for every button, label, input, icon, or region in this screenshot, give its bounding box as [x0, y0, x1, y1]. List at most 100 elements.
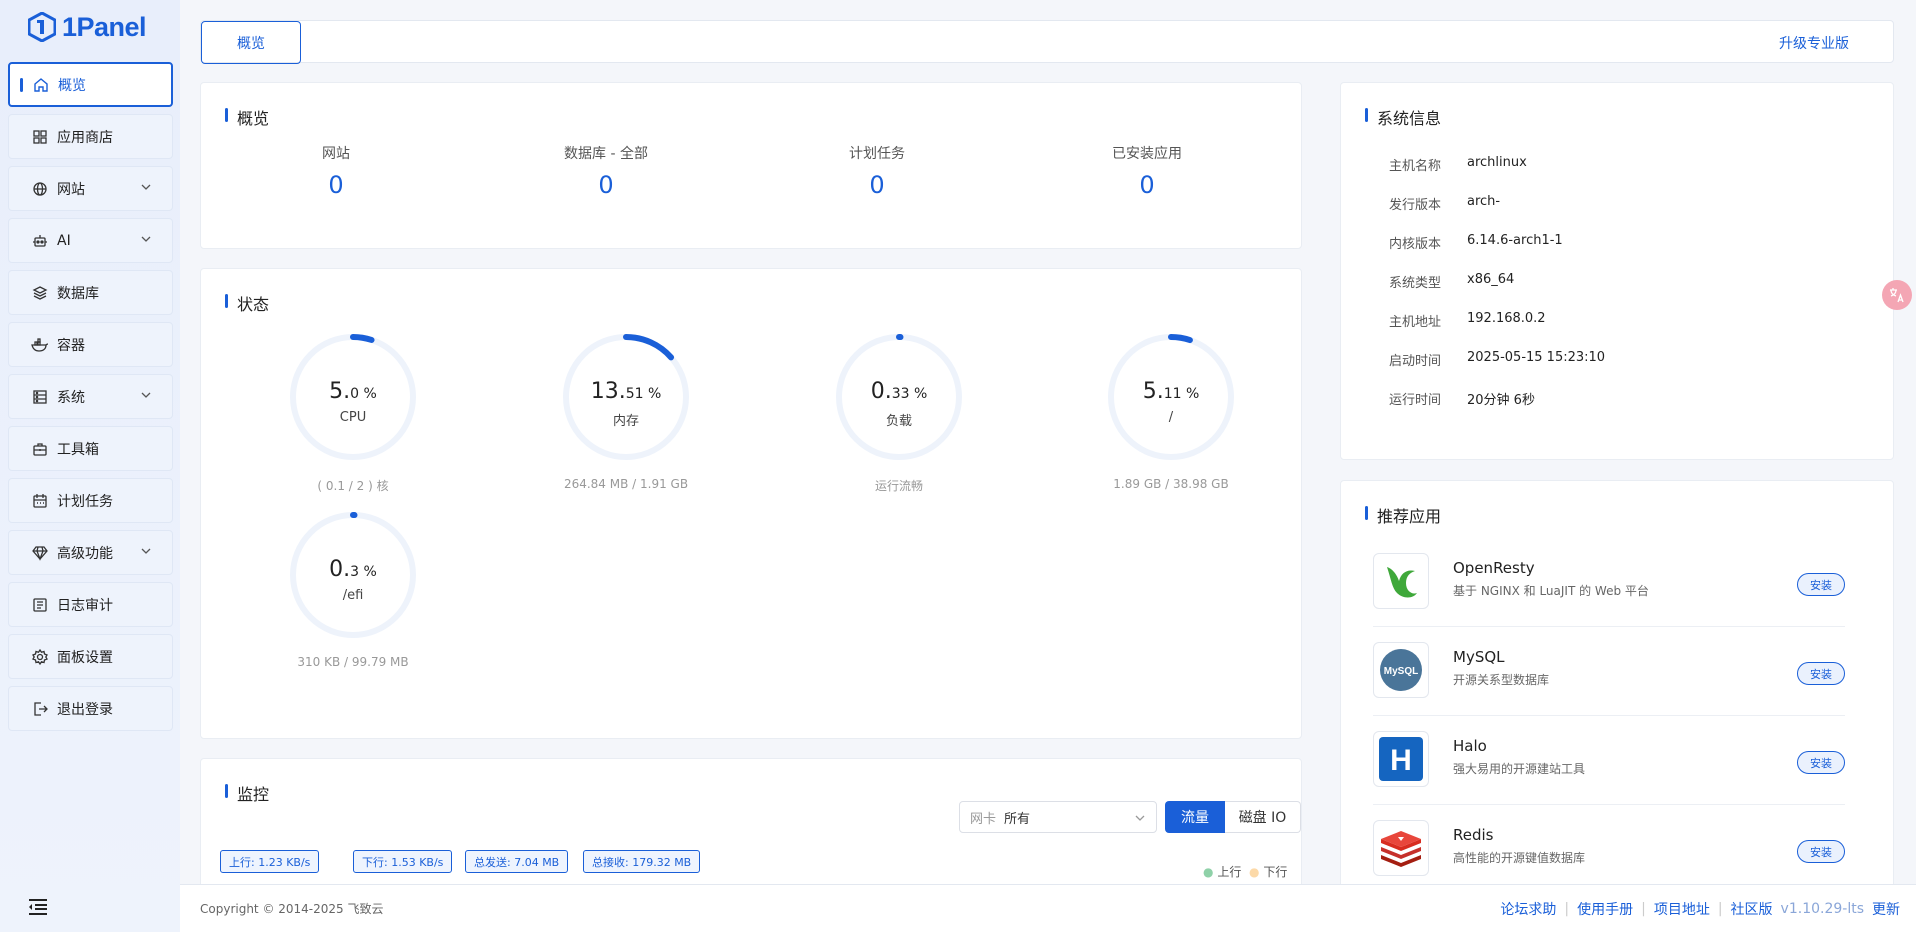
nic-select[interactable]: 网卡 所有	[959, 801, 1157, 833]
stat-value[interactable]: 0	[742, 171, 1012, 199]
app-name: Halo	[1453, 737, 1487, 755]
top-tab-bar: 概览 升级专业版	[200, 20, 1894, 64]
app-name: Redis	[1453, 826, 1494, 844]
sidebar-item-cronjob[interactable]: 计划任务	[8, 478, 173, 523]
translate-floating-button[interactable]	[1882, 280, 1912, 310]
install-button[interactable]: 安装	[1797, 573, 1845, 596]
gauge-value: 0.33 %	[799, 379, 999, 404]
info-key: 系统类型	[1389, 276, 1442, 291]
version-label: v1.10.29-lts	[1780, 900, 1864, 917]
sidebar-item-label: AI	[57, 232, 71, 249]
sidebar-item-overview[interactable]: 概览	[8, 62, 173, 107]
sidebar-item-app-store[interactable]: 应用商店	[8, 114, 173, 159]
forum-link[interactable]: 论坛求助	[1492, 899, 1564, 919]
gauge-label: 内存	[612, 414, 639, 429]
info-row: 启动时间 2025-05-15 15:23:10	[1389, 350, 1605, 369]
stat-cronjob[interactable]: 计划任务 0	[742, 143, 1012, 199]
gauge-disk-root: 5.11 % / 1.89 GB / 38.98 GB	[1071, 329, 1271, 491]
gauge-int: 0.	[329, 557, 351, 582]
info-row: 发行版本 arch-	[1389, 194, 1500, 213]
info-value: archlinux	[1467, 155, 1527, 170]
info-row: 运行时间 20分钟 6秒	[1389, 389, 1535, 408]
status-title: 状态	[225, 291, 269, 315]
sidebar-item-settings[interactable]: 面板设置	[8, 634, 173, 679]
info-key: 主机地址	[1389, 315, 1442, 330]
tab-disk-io[interactable]: 磁盘 IO	[1225, 801, 1301, 833]
legend-down-label: 下行	[1263, 865, 1288, 879]
sidebar-item-website[interactable]: 网站	[8, 166, 173, 211]
gauge-detail: 1.89 GB / 38.98 GB	[1113, 477, 1229, 491]
gauge-detail: 310 KB / 99.79 MB	[297, 655, 409, 669]
sidebar-item-advanced[interactable]: 高级功能	[8, 530, 173, 575]
logo[interactable]: 1Panel	[0, 0, 180, 54]
chevron-down-icon	[140, 233, 152, 249]
nic-label: 网卡	[970, 811, 997, 827]
app-item-redis[interactable]: Redis 高性能的开源键值数据库 安装	[1373, 806, 1845, 894]
gauge-int: 0.	[870, 379, 892, 404]
tab-flow[interactable]: 流量	[1165, 801, 1225, 833]
sidebar-item-container[interactable]: 容器	[8, 322, 173, 367]
sidebar-item-system[interactable]: 系统	[8, 374, 173, 419]
sidebar-item-ai[interactable]: AI	[8, 218, 173, 263]
tab-overview[interactable]: 概览	[201, 21, 301, 64]
gauge-value: 5.11 %	[1071, 379, 1271, 404]
info-key: 主机名称	[1389, 159, 1442, 174]
manual-link[interactable]: 使用手册	[1569, 899, 1641, 919]
upgrade-pro-link[interactable]: 升级专业版	[1779, 33, 1849, 53]
stat-value[interactable]: 0	[471, 171, 741, 199]
sidebar-item-log-audit[interactable]: 日志审计	[8, 582, 173, 627]
globe-icon	[31, 180, 49, 198]
app-item-mysql[interactable]: MySQL MySQL 开源关系型数据库 安装	[1373, 628, 1845, 716]
install-button[interactable]: 安装	[1797, 662, 1845, 685]
app-name: MySQL	[1453, 648, 1505, 666]
gauge-load: 0.33 % 负载 运行流畅	[799, 329, 999, 494]
update-link[interactable]: 更新	[1872, 899, 1900, 919]
sidebar-item-label: 容器	[57, 337, 85, 354]
collapse-sidebar-button[interactable]	[0, 882, 180, 932]
info-row: 内核版本 6.14.6-arch1-1	[1389, 233, 1563, 252]
gauge-int: 13.	[590, 379, 626, 404]
sidebar-item-label: 日志审计	[57, 597, 113, 614]
chevron-down-icon	[140, 181, 152, 197]
gauge-disk-efi: 0.3 % /efi 310 KB / 99.79 MB	[253, 507, 453, 669]
sidebar-item-label: 面板设置	[57, 649, 113, 666]
gauge-int: 5.	[1142, 379, 1164, 404]
gauge-dec: 0 %	[350, 386, 377, 402]
gauge-detail: 264.84 MB / 1.91 GB	[563, 477, 689, 491]
legend-dot-up: ●	[1203, 865, 1214, 879]
stat-value[interactable]: 0	[201, 171, 471, 199]
sidebar-item-label: 网站	[57, 181, 85, 198]
info-value: 20分钟 6秒	[1467, 393, 1535, 408]
robot-icon	[31, 232, 49, 250]
main-content: 概览 升级专业版 概览 网站 0 数据库 - 全部 0 计划任务 0 已安装应用…	[180, 0, 1916, 932]
edition-link[interactable]: 社区版	[1723, 899, 1781, 919]
logout-icon	[31, 700, 49, 718]
app-item-openresty[interactable]: OpenResty 基于 NGINX 和 LuaJIT 的 Web 平台 安装	[1373, 539, 1845, 627]
gauge-label: CPU	[339, 410, 367, 425]
stat-installed-apps[interactable]: 已安装应用 0	[1012, 143, 1282, 199]
sidebar-item-database[interactable]: 数据库	[8, 270, 173, 315]
install-button[interactable]: 安装	[1797, 751, 1845, 774]
stat-website[interactable]: 网站 0	[201, 143, 471, 199]
recommended-apps-card: 推荐应用 OpenResty 基于 NGINX 和 LuaJIT 的 Web 平…	[1340, 480, 1894, 900]
stat-value[interactable]: 0	[1012, 171, 1282, 199]
gauge-text: 0.3 % /efi	[253, 557, 453, 603]
sidebar-item-toolbox[interactable]: 工具箱	[8, 426, 173, 471]
stat-database[interactable]: 数据库 - 全部 0	[471, 143, 741, 199]
app-item-halo[interactable]: H Halo 强大易用的开源建站工具 安装	[1373, 717, 1845, 805]
recommended-apps-title: 推荐应用	[1365, 503, 1441, 527]
legend-up-label: 上行	[1217, 865, 1242, 879]
gauge-dec: 51 %	[625, 386, 662, 402]
footer: Copyright © 2014-2025 飞致云 论坛求助 | 使用手册 | …	[180, 884, 1916, 932]
gauge-text: 0.33 % 负载	[799, 379, 999, 429]
footer-links: 论坛求助 | 使用手册 | 项目地址 | 社区版 v1.10.29-lts 更新	[1492, 899, 1900, 919]
install-button[interactable]: 安装	[1797, 840, 1845, 863]
home-icon	[32, 76, 50, 94]
sidebar: 1Panel 概览 应用商店 网站 AI 数据库 容器 系统 工具箱 计划任务 …	[0, 0, 180, 932]
sidebar-item-logout[interactable]: 退出登录	[8, 686, 173, 731]
project-link[interactable]: 项目地址	[1646, 899, 1718, 919]
gauge-text: 5.0 % CPU	[253, 379, 453, 425]
gauge-cpu: 5.0 % CPU ( 0.1 / 2 ) 核	[253, 329, 453, 494]
gauge-label: 负载	[885, 414, 912, 429]
chevron-down-icon	[140, 545, 152, 561]
